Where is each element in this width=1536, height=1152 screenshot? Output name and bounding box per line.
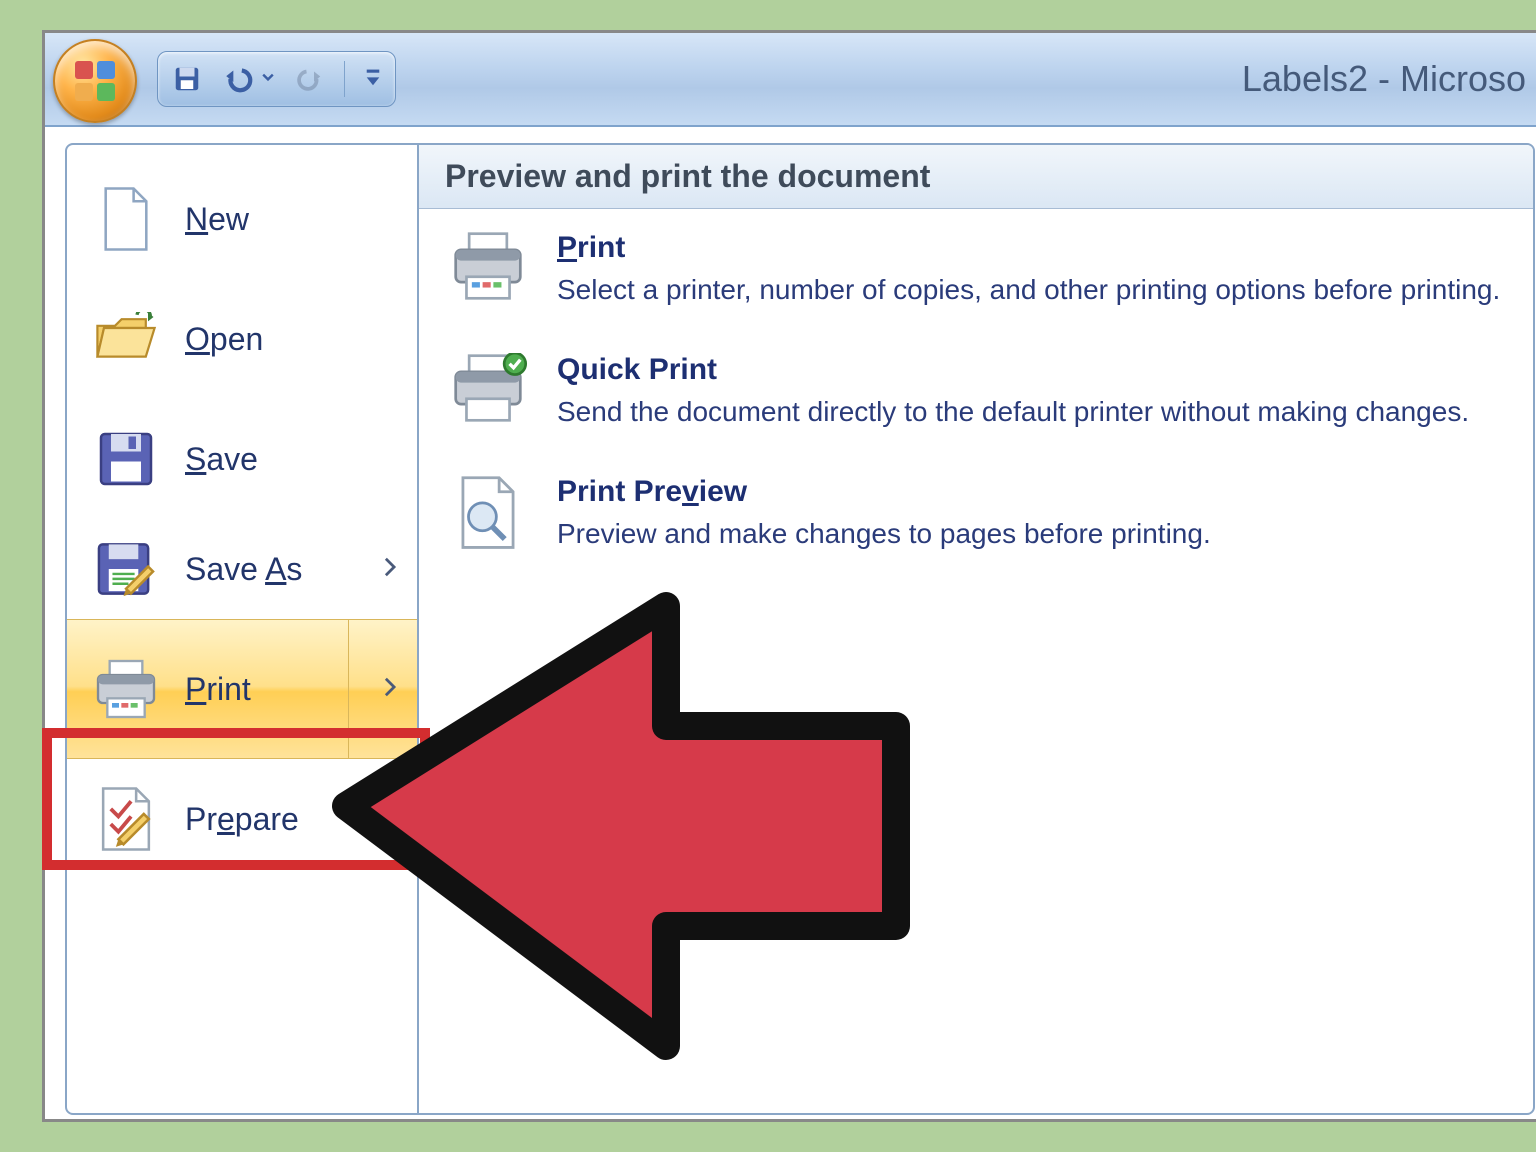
submenu-print-desc: Select a printer, number of copies, and … [557, 271, 1503, 309]
submenu-header-label: Preview and print the document [445, 158, 930, 195]
submenu-print-preview-title: Print Preview [557, 475, 1503, 509]
undo-dropdown-icon[interactable] [262, 70, 274, 88]
print-preview-icon [445, 475, 531, 549]
quick-access-toolbar [157, 51, 396, 107]
menu-prepare-label: Prepare [185, 801, 299, 838]
window-title: Labels2 - Microso [1242, 58, 1526, 100]
submenu-quick-print[interactable]: Quick Print Send the document directly t… [419, 331, 1533, 453]
menu-save-label: Save [185, 441, 258, 478]
menu-print[interactable]: Print [67, 619, 417, 759]
qat-undo-button[interactable] [222, 64, 274, 94]
submenu-print[interactable]: Print Select a printer, number of copies… [419, 209, 1533, 331]
office-menu-right: Preview and print the document Prin [419, 145, 1533, 1113]
menu-open[interactable]: Open [67, 279, 417, 399]
submenu-print-preview-desc: Preview and make changes to pages before… [557, 515, 1503, 553]
save-as-icon [91, 534, 161, 604]
menu-new-label: New [185, 201, 249, 238]
print-icon [91, 654, 161, 724]
menu-print-label: Print [185, 671, 251, 708]
prepare-icon [91, 784, 161, 854]
submenu-quick-print-title: Quick Print [557, 353, 1503, 387]
submenu-header: Preview and print the document [419, 145, 1533, 209]
qat-customize-button[interactable] [365, 68, 381, 90]
new-icon [91, 184, 161, 254]
qat-save-button[interactable] [172, 64, 202, 94]
submenu-arrow-icon [383, 806, 397, 833]
menu-new[interactable]: New [67, 159, 417, 279]
qat-separator [344, 61, 345, 97]
undo-icon [222, 64, 256, 94]
open-icon [91, 304, 161, 374]
quick-print-icon [445, 353, 531, 427]
office-menu: New Open [65, 143, 1535, 1115]
qat-redo-button[interactable] [294, 64, 324, 94]
app-window: Labels2 - Microso New [42, 30, 1536, 1122]
menu-prepare[interactable]: Prepare [67, 759, 417, 879]
save-icon [172, 64, 202, 94]
redo-icon [294, 64, 324, 94]
submenu-arrow-icon [383, 556, 397, 583]
submenu-arrow-icon [383, 676, 397, 703]
customize-icon [365, 68, 381, 90]
menu-save-as-label: Save As [185, 551, 302, 588]
submenu-quick-print-desc: Send the document directly to the defaul… [557, 393, 1503, 431]
submenu-print-title: Print [557, 231, 1503, 265]
office-menu-left: New Open [67, 145, 419, 1113]
save-icon [91, 424, 161, 494]
office-button[interactable] [53, 39, 137, 123]
menu-open-label: Open [185, 321, 263, 358]
print-icon [445, 231, 531, 305]
submenu-print-preview[interactable]: Print Preview Preview and make changes t… [419, 453, 1533, 575]
title-bar: Labels2 - Microso [45, 33, 1536, 127]
menu-save-as[interactable]: Save As [67, 519, 417, 619]
menu-save[interactable]: Save [67, 399, 417, 519]
